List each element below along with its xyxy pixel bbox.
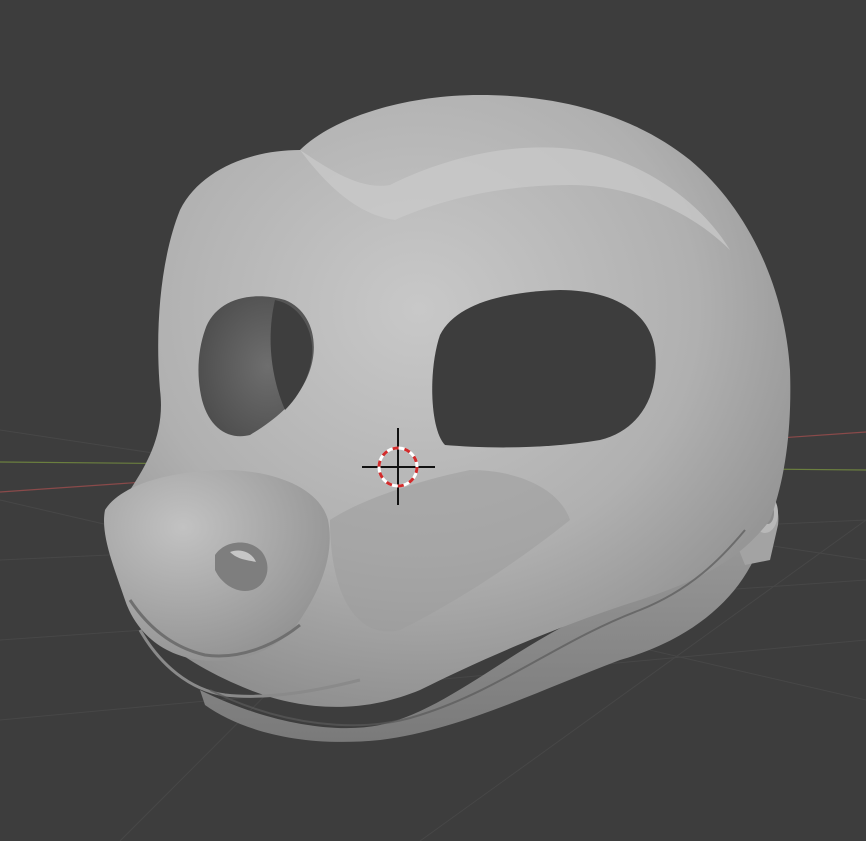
right-eye-hole	[432, 290, 656, 448]
3d-viewport[interactable]	[0, 0, 866, 841]
mask-model[interactable]	[104, 95, 791, 742]
viewport-canvas[interactable]	[0, 0, 866, 841]
